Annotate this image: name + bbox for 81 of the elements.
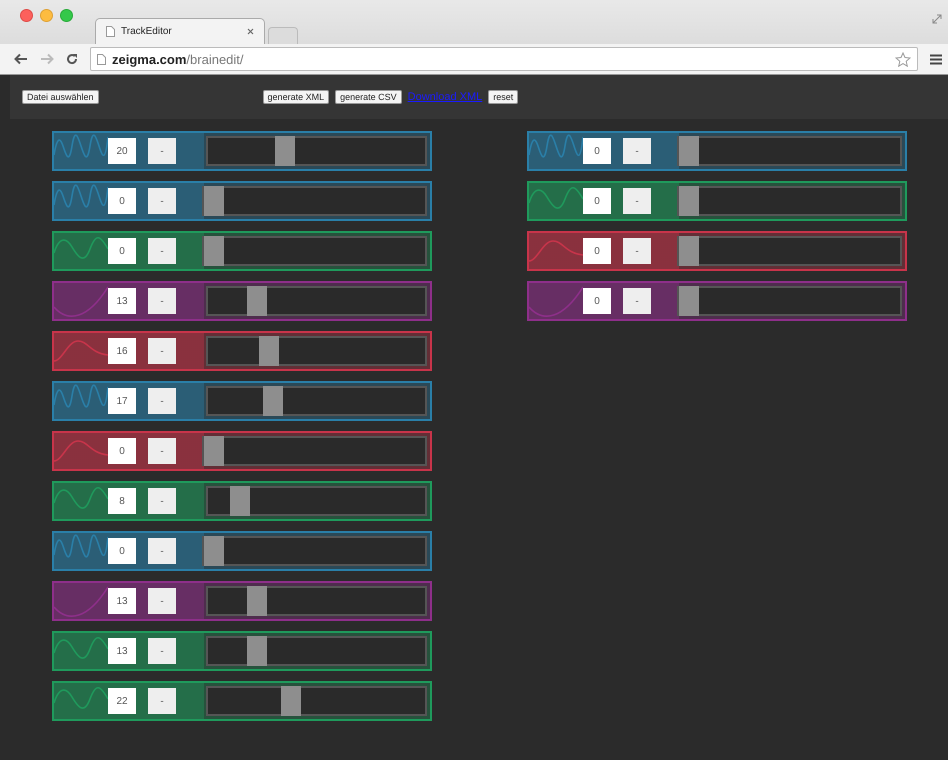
minus-button[interactable]: - — [623, 238, 651, 264]
browser-tab[interactable]: TrackEditor — [95, 18, 265, 44]
generate-button[interactable]: generate CSV — [335, 90, 402, 104]
slider-track[interactable] — [677, 186, 902, 216]
minus-button[interactable]: - — [148, 488, 176, 514]
slider-track[interactable] — [206, 686, 427, 716]
url-text: zeigma.com/brainedit/ — [112, 52, 245, 66]
slider-track[interactable] — [206, 336, 427, 366]
slider-thumb[interactable] — [679, 236, 699, 266]
file-select-button[interactable]: Datei auswählen — [22, 90, 99, 104]
reset-button[interactable]: reset — [488, 90, 518, 104]
address-bar[interactable]: zeigma.com/brainedit/ — [90, 47, 918, 71]
value-field[interactable]: 0 — [108, 188, 136, 214]
slider-thumb[interactable] — [247, 286, 268, 316]
slider-track[interactable] — [202, 436, 427, 466]
back-icon[interactable] — [14, 53, 28, 65]
slider-thumb[interactable] — [259, 336, 280, 366]
value-field[interactable]: 0 — [108, 538, 136, 564]
slider-track[interactable] — [206, 486, 427, 516]
close-button[interactable] — [20, 8, 33, 22]
slider-track[interactable] — [202, 186, 427, 216]
slider-thumb[interactable] — [263, 386, 284, 416]
slider-track[interactable] — [202, 536, 427, 566]
value-field[interactable]: 13 — [108, 588, 136, 614]
slider-thumb[interactable] — [204, 436, 224, 466]
zoom-button[interactable] — [60, 8, 73, 22]
slider-thumb[interactable] — [280, 686, 301, 716]
slider-thumb[interactable] — [204, 536, 224, 566]
slider-track[interactable] — [206, 586, 427, 616]
value-field[interactable]: 0 — [583, 238, 611, 264]
reload-icon[interactable] — [66, 53, 78, 65]
slider-thumb[interactable] — [274, 136, 295, 166]
value-field[interactable]: 0 — [108, 438, 136, 464]
slider-track[interactable] — [206, 636, 427, 666]
page-icon — [97, 54, 106, 64]
value-field[interactable]: 17 — [108, 388, 136, 414]
star-icon[interactable] — [895, 52, 911, 66]
minus-button[interactable]: - — [148, 688, 176, 714]
minus-button[interactable]: - — [148, 438, 176, 464]
page-icon — [106, 26, 115, 37]
value-field[interactable]: 0 — [108, 238, 136, 264]
value-field[interactable]: 0 — [583, 138, 611, 164]
slider-thumb[interactable] — [679, 286, 699, 316]
slider-thumb[interactable] — [230, 486, 250, 516]
minus-button[interactable]: - — [148, 588, 176, 614]
value-field[interactable]: 16 — [108, 338, 136, 364]
slider-track[interactable] — [206, 386, 427, 416]
value-field[interactable]: 20 — [108, 138, 136, 164]
minus-button[interactable]: - — [148, 538, 176, 564]
minus-button[interactable]: - — [623, 188, 651, 214]
value-field[interactable]: 13 — [108, 638, 136, 664]
value-field[interactable]: 0 — [583, 288, 611, 314]
slider-track[interactable] — [677, 286, 902, 316]
menu-icon[interactable] — [930, 54, 942, 64]
minus-button[interactable]: - — [148, 338, 176, 364]
value-field[interactable]: 0 — [583, 188, 611, 214]
minus-button[interactable]: - — [148, 138, 176, 164]
slider-track[interactable] — [677, 136, 902, 166]
value-field[interactable]: 8 — [108, 488, 136, 514]
slider-track[interactable] — [202, 236, 427, 266]
slider-thumb[interactable] — [204, 236, 224, 266]
slider-track[interactable] — [206, 136, 427, 166]
minus-button[interactable]: - — [623, 138, 651, 164]
minus-button[interactable]: - — [148, 638, 176, 664]
minus-button[interactable]: - — [148, 238, 176, 264]
value-field[interactable]: 13 — [108, 288, 136, 314]
slider-thumb[interactable] — [247, 636, 268, 666]
minus-button[interactable]: - — [148, 188, 176, 214]
slider-thumb[interactable] — [679, 136, 699, 166]
minus-button[interactable]: - — [148, 388, 176, 414]
minus-button[interactable]: - — [623, 288, 651, 314]
slider-track[interactable] — [677, 236, 902, 266]
close-icon[interactable] — [247, 28, 254, 35]
fullscreen-icon[interactable] — [932, 14, 942, 24]
slider-thumb[interactable] — [247, 586, 268, 616]
minus-button[interactable]: - — [148, 288, 176, 314]
slider-thumb[interactable] — [679, 186, 699, 216]
value-field[interactable]: 22 — [108, 688, 136, 714]
slider-track[interactable] — [206, 286, 427, 316]
slider-thumb[interactable] — [204, 186, 224, 216]
generate-button[interactable]: generate XML — [262, 90, 330, 104]
